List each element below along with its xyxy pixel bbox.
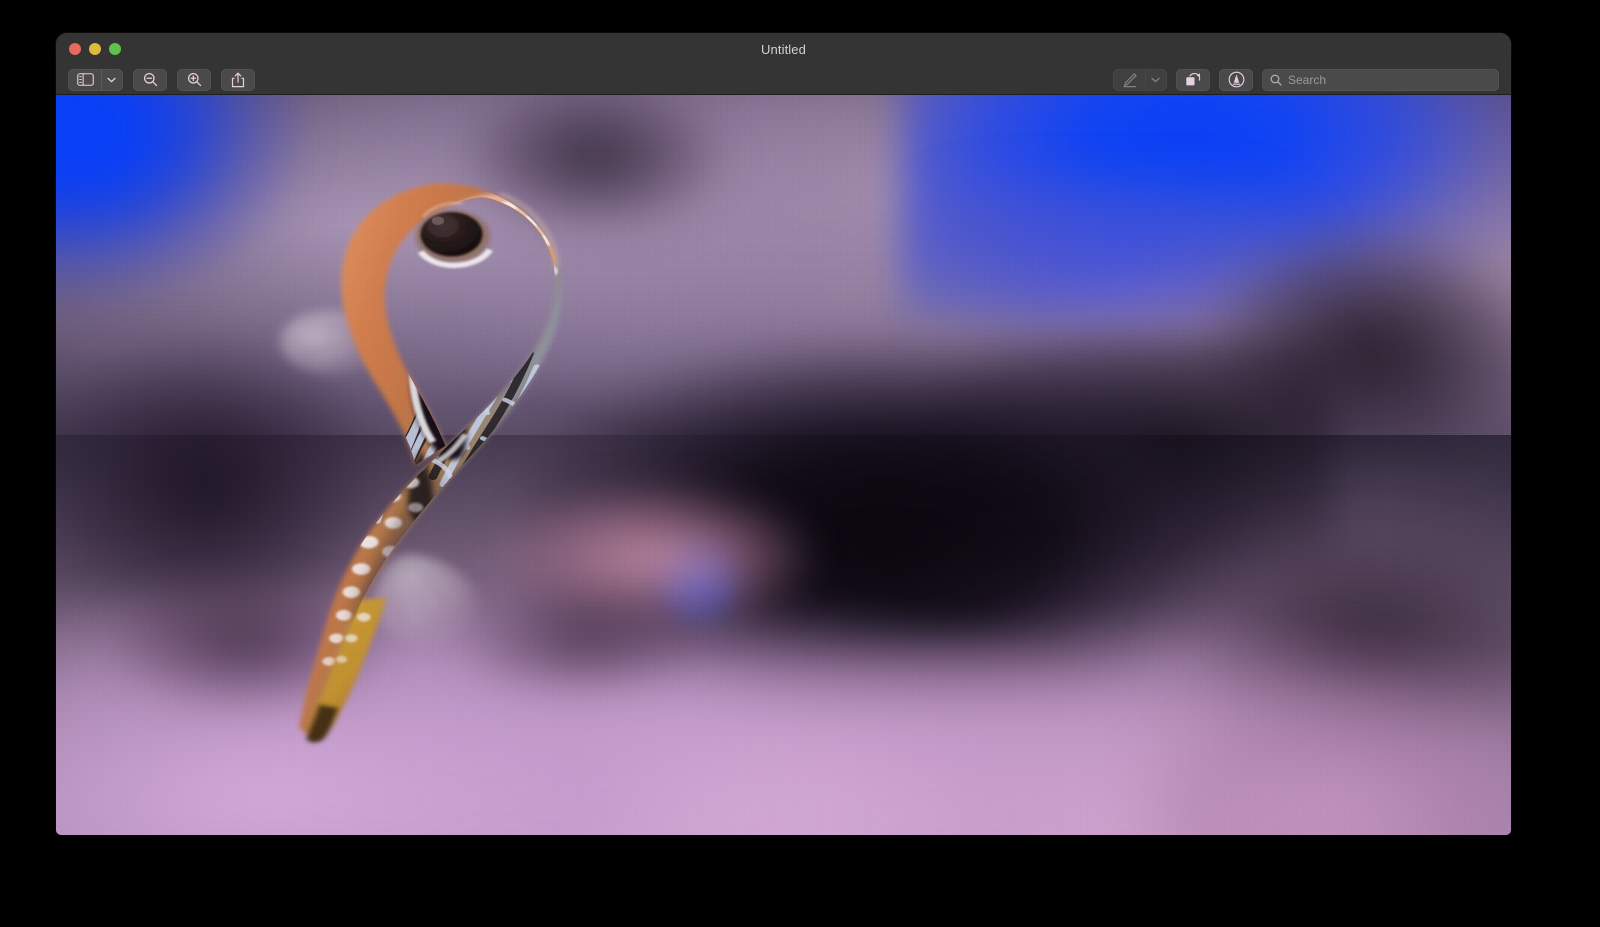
toolbar-right-group [1113, 69, 1499, 91]
chevron-down-icon [101, 70, 122, 90]
chevron-down-icon [1145, 70, 1166, 90]
screenshot-stage: Untitled [0, 0, 1600, 927]
window-titlebar: Untitled [56, 33, 1511, 65]
image-canvas[interactable] [56, 95, 1511, 835]
share-button[interactable] [221, 69, 255, 91]
foreground-coral-right [1104, 672, 1511, 835]
annotate-button[interactable] [1219, 69, 1253, 91]
pufferfish-photo [56, 95, 1511, 835]
markup-button[interactable] [1113, 69, 1167, 91]
fish-eye [416, 203, 490, 265]
window-title: Untitled [761, 42, 806, 57]
zoom-out-icon [143, 72, 158, 87]
zoom-in-icon [187, 72, 202, 87]
sidebar-view-button[interactable] [68, 69, 123, 91]
search-field[interactable] [1262, 69, 1499, 91]
rotate-button[interactable] [1176, 69, 1210, 91]
sidebar-icon [69, 70, 101, 90]
rotate-icon [1185, 72, 1202, 87]
zoom-button[interactable] [109, 43, 121, 55]
preview-window: Untitled [56, 33, 1511, 835]
pen-icon [1114, 70, 1145, 90]
search-icon [1270, 74, 1282, 86]
minimize-button[interactable] [89, 43, 101, 55]
zoom-out-button[interactable] [133, 69, 167, 91]
pufferfish [245, 165, 616, 742]
search-input[interactable] [1288, 73, 1491, 87]
share-icon [231, 72, 245, 88]
annotate-icon [1228, 71, 1245, 88]
zoom-in-button[interactable] [177, 69, 211, 91]
traffic-light-group [69, 43, 121, 55]
toolbar-left-group [68, 69, 255, 91]
close-button[interactable] [69, 43, 81, 55]
window-toolbar [56, 65, 1511, 95]
